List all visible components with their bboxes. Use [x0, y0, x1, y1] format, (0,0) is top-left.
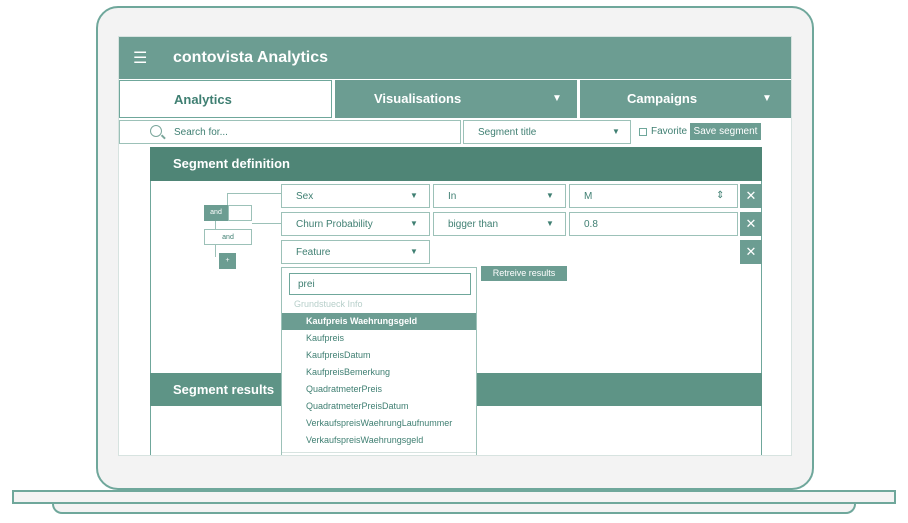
tab-label: Analytics: [174, 92, 232, 107]
option-label: Kaufpreis Waehrungsgeld: [306, 316, 418, 326]
field-select[interactable]: Feature ▼: [281, 240, 430, 264]
menu-icon[interactable]: ☰: [133, 48, 147, 68]
dropdown-query: prei: [298, 279, 315, 290]
chevron-down-icon: ▼: [410, 219, 418, 228]
dropdown-option[interactable]: VerkaufspreisWaehrungsgeld: [282, 432, 476, 449]
dropdown-divider: [282, 452, 476, 453]
retrieve-results-button[interactable]: Retreive results: [481, 266, 567, 281]
tree-connector: [227, 193, 228, 205]
tab-visualisations[interactable]: Visualisations ▼: [335, 80, 577, 118]
app-title: contovista Analytics: [173, 49, 329, 66]
app-screen: ☰ contovista Analytics Analytics Visuali…: [118, 36, 792, 456]
chevron-down-icon: ▼: [410, 191, 418, 200]
tab-label: Visualisations: [374, 91, 462, 106]
add-node-button[interactable]: +: [219, 253, 236, 269]
operator-value: bigger than: [448, 219, 499, 230]
favorite-label: Favorite: [651, 126, 688, 137]
segment-title-label: Segment title: [478, 127, 537, 138]
search-icon: [150, 125, 162, 137]
chevron-down-icon: ▼: [762, 93, 772, 104]
search-placeholder: Search for...: [174, 127, 228, 138]
save-segment-button[interactable]: Save segment: [690, 123, 761, 140]
favorite-checkbox[interactable]: [639, 128, 647, 136]
tab-campaigns[interactable]: Campaigns ▼: [580, 80, 791, 118]
field-value: Sex: [296, 191, 314, 202]
segment-definition-header: Segment definition: [150, 147, 762, 181]
option-label: KaufpreisDatum: [306, 350, 371, 360]
option-label: QuadratmeterPreis: [306, 384, 383, 394]
chevron-down-icon: ▼: [546, 219, 554, 228]
spinner-icon[interactable]: ⇕: [716, 190, 724, 201]
dropdown-option[interactable]: QuadratmeterPreisDatum: [282, 398, 476, 415]
chevron-down-icon: ▼: [546, 191, 554, 200]
operator-select[interactable]: bigger than ▼: [433, 212, 566, 236]
operator-value: In: [448, 191, 457, 202]
value-text: M: [584, 191, 593, 202]
dropdown-group-label: Grundstueck Info: [294, 299, 363, 309]
remove-row-button[interactable]: ✕: [740, 184, 762, 208]
option-label: QuadratmeterPreisDatum: [306, 401, 409, 411]
option-label: VerkaufspreisWaehrungsgeld: [306, 435, 424, 445]
tree-connector: [227, 193, 281, 194]
tree-connector: [252, 223, 281, 224]
operator-select[interactable]: In ▼: [433, 184, 566, 208]
option-label: VerkaufspreisWaehrungLaufnummer: [306, 418, 453, 428]
remove-row-button[interactable]: ✕: [740, 240, 762, 264]
tree-node[interactable]: [228, 205, 252, 221]
segment-title-select[interactable]: Segment title ▼: [463, 120, 631, 144]
field-select[interactable]: Churn Probability ▼: [281, 212, 430, 236]
top-bar: ☰ contovista Analytics: [119, 37, 791, 79]
option-label: Kaufpreis: [306, 333, 345, 343]
option-label: KaufpreisBemerkung: [306, 367, 391, 377]
dropdown-search-input[interactable]: prei: [289, 273, 471, 295]
dropdown-option[interactable]: Kaufpreis: [282, 330, 476, 347]
and-node[interactable]: and: [204, 205, 228, 221]
and-node[interactable]: and: [204, 229, 252, 245]
value-field[interactable]: 0.8: [569, 212, 738, 236]
field-select[interactable]: Sex ▼: [281, 184, 430, 208]
dropdown-option[interactable]: KaufpreisBemerkung: [282, 364, 476, 381]
dropdown-option[interactable]: QuadratmeterPreis: [282, 381, 476, 398]
dropdown-option[interactable]: VerkaufspreisWaehrungLaufnummer: [282, 415, 476, 432]
field-value: Feature: [296, 247, 331, 258]
dropdown-option[interactable]: Kaufpreis Waehrungsgeld: [282, 313, 476, 330]
section-title: Segment definition: [173, 156, 290, 171]
remove-row-button[interactable]: ✕: [740, 212, 762, 236]
chevron-down-icon: ▼: [612, 127, 620, 136]
field-value: Churn Probability: [296, 219, 373, 230]
tab-label: Campaigns: [627, 91, 698, 106]
laptop-base-bottom: [52, 504, 856, 514]
value-text: 0.8: [584, 219, 598, 230]
dropdown-option[interactable]: KaufpreisDatum: [282, 347, 476, 364]
chevron-down-icon: ▼: [410, 247, 418, 256]
section-title: Segment results: [173, 382, 275, 397]
search-input[interactable]: Search for...: [119, 120, 461, 144]
laptop-base: [12, 490, 896, 504]
value-field[interactable]: M ⇕: [569, 184, 738, 208]
tab-analytics[interactable]: Analytics: [119, 80, 332, 118]
chevron-down-icon: ▼: [552, 93, 562, 104]
